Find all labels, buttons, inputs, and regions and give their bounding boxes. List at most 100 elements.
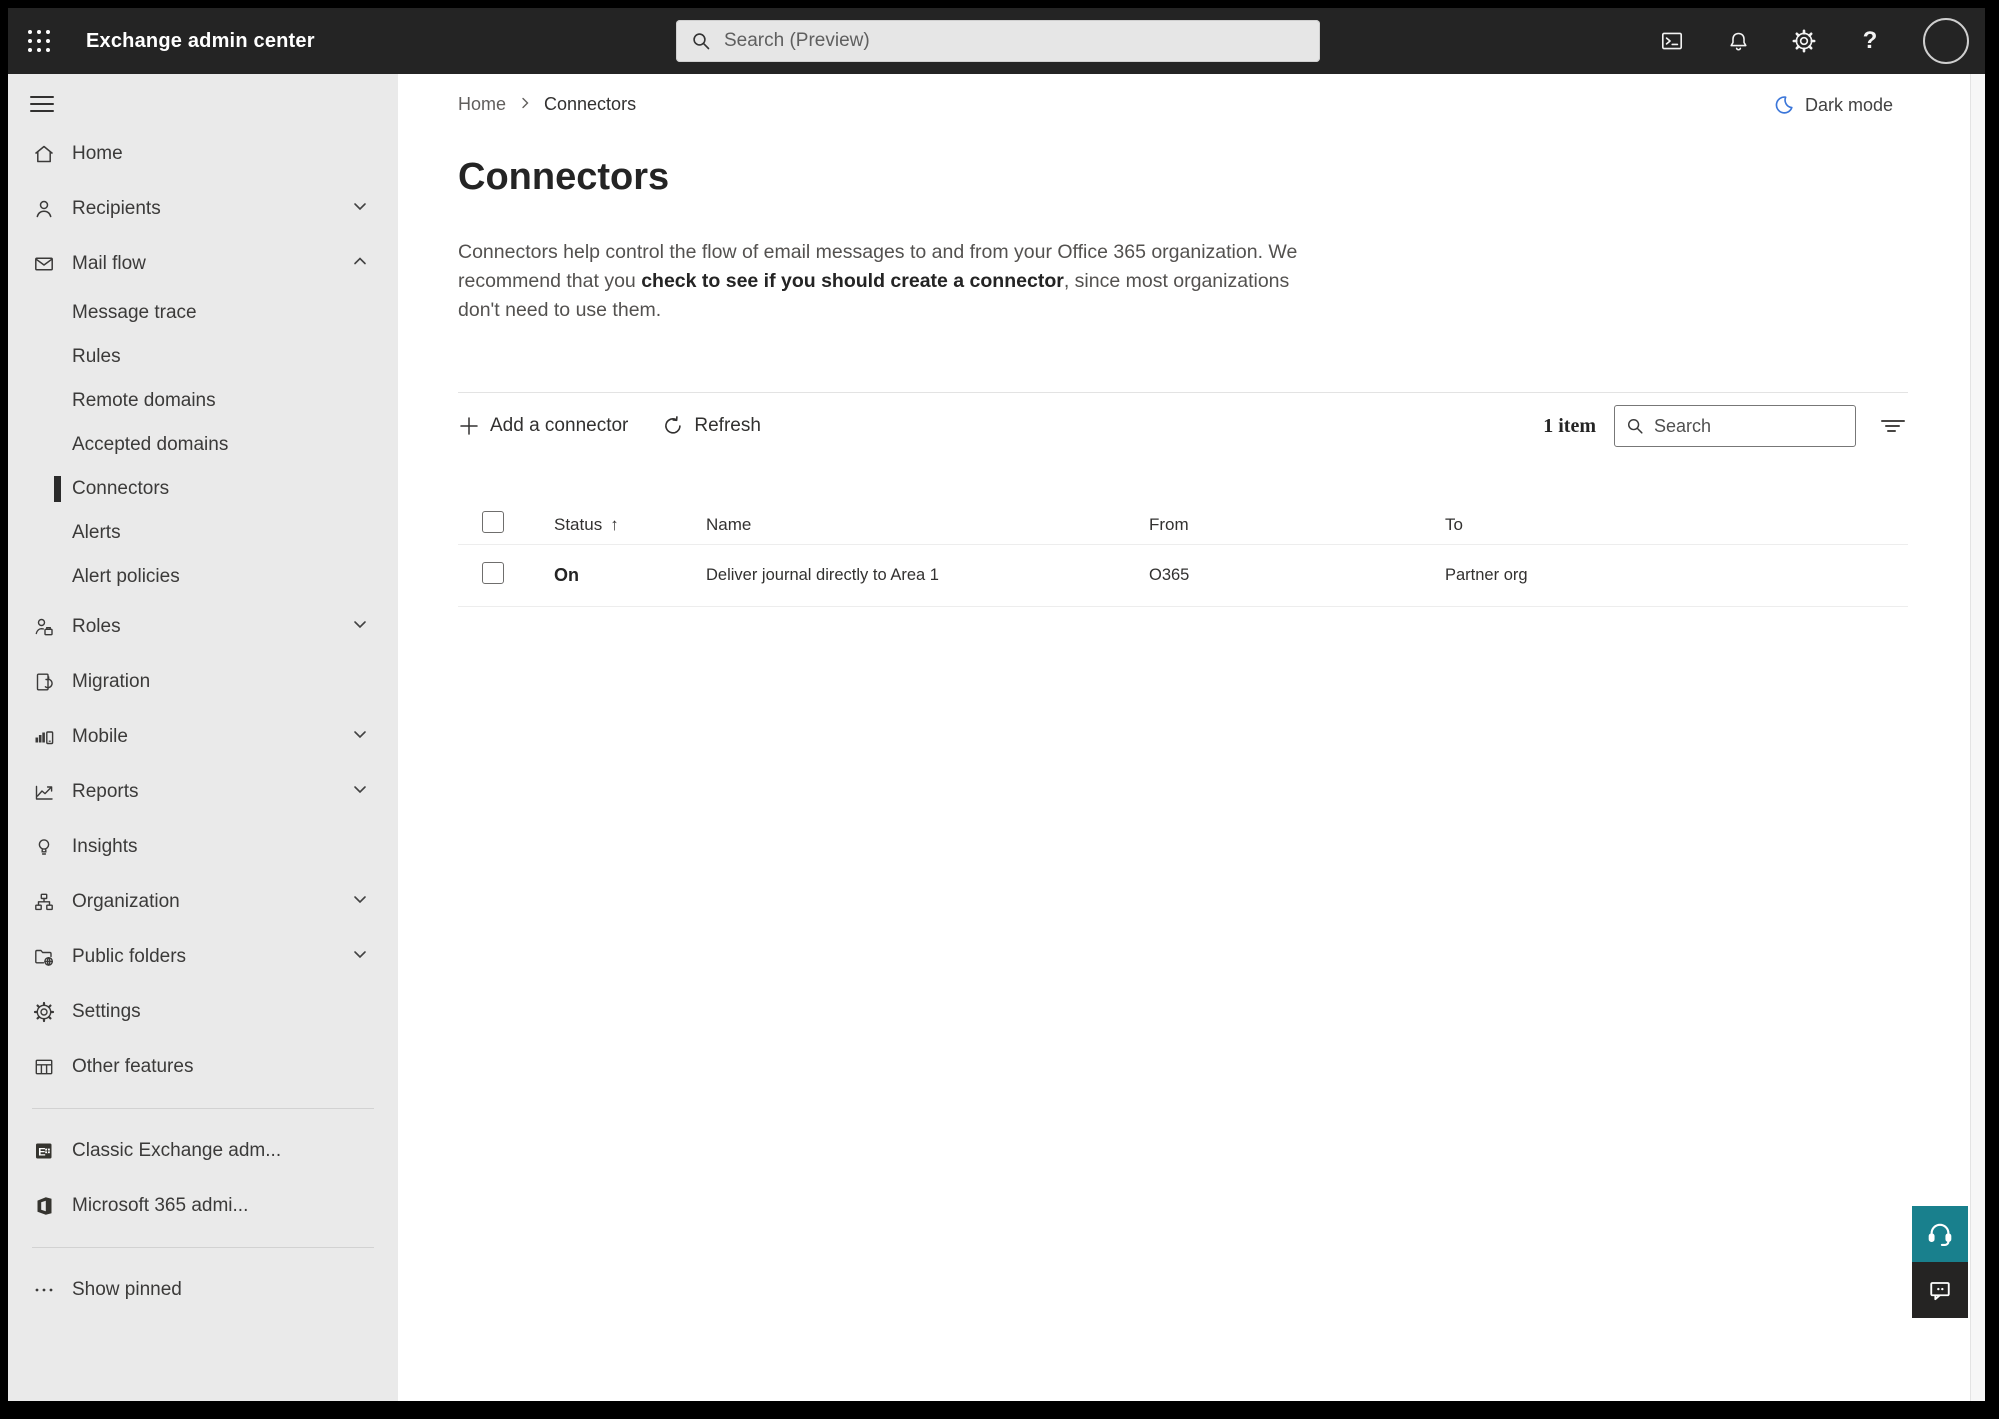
sidebar-item-roles[interactable]: Roles [8,599,398,654]
sidebar-item-label: Public folders [72,945,187,967]
lightbulb-icon [32,835,56,859]
sidebar-item-mobile[interactable]: Mobile [8,709,398,764]
sidebar-item-label: Recipients [72,197,161,219]
sidebar-item-reports[interactable]: Reports [8,764,398,819]
sidebar-item-alerts[interactable]: Alerts [8,511,398,555]
chevron-right-icon [518,94,532,115]
sidebar-item-migration[interactable]: Migration [8,654,398,709]
sidebar-item-insights[interactable]: Insights [8,819,398,874]
sidebar-item-home[interactable]: Home [8,126,398,181]
page-description: Connectors help control the flow of emai… [458,238,1298,325]
sort-ascending-icon: ↑ [610,514,619,534]
account-avatar[interactable] [1923,18,1969,64]
sidebar-item-message-trace[interactable]: Message trace [8,291,398,335]
sidebar-item-microsoft-365-admin[interactable]: Microsoft 365 admi... [8,1178,398,1233]
hamburger-menu-icon[interactable] [28,88,56,122]
sidebar-item-label: Alert policies [72,566,180,587]
search-icon [693,33,710,50]
filter-icon[interactable] [1878,411,1908,441]
connector-from: O365 [1149,566,1190,584]
sidebar-item-label: Other features [72,1055,194,1077]
feedback-bubble-icon [1930,1282,1950,1301]
feedback-button[interactable] [1912,1262,1968,1318]
global-search-box[interactable] [676,20,1320,62]
row-cell-status: On [554,565,706,586]
sidebar-item-organization[interactable]: Organization [8,874,398,929]
sidebar-item-label: Rules [72,346,121,367]
sidebar-item-label: Home [72,142,123,164]
table-row[interactable]: On Deliver journal directly to Area 1 O3… [458,545,1908,607]
dark-mode-toggle[interactable]: Dark mode [1773,94,1893,116]
breadcrumb-home-link[interactable]: Home [458,94,506,115]
support-button[interactable] [1912,1206,1968,1262]
person-icon [32,197,56,221]
top-app-bar: Exchange admin center Search (Preview) ? [8,8,1985,74]
connectors-table: Status ↑ Name From To On Deliver journal… [458,505,1908,607]
sidebar-item-public-folders[interactable]: Public folders [8,929,398,984]
add-connector-button[interactable]: Add a connector [458,415,628,437]
exchange-admin-center-window: Exchange admin center Search (Preview) ?… [8,8,1985,1401]
left-navigation-sidebar: Home Recipients Mail flow Message trace … [8,74,398,1401]
header-cell-from[interactable]: From [1149,515,1445,535]
global-search-input[interactable] [724,30,1306,52]
breadcrumb-current: Connectors [544,94,637,114]
sidebar-item-recipients[interactable]: Recipients [8,181,398,236]
column-header-name: Name [706,514,752,534]
sidebar-item-label: Mobile [72,725,128,747]
classic-exchange-logo-icon: E [32,1139,56,1163]
toolbar-divider [458,392,1908,393]
sidebar-item-accepted-domains[interactable]: Accepted domains [8,423,398,467]
chevron-down-icon [350,779,370,805]
select-row-checkbox[interactable] [482,562,504,584]
page-title: Connectors [458,156,670,198]
list-search-input[interactable] [1654,415,1845,437]
sidebar-item-label: Reports [72,780,139,802]
sidebar-item-settings[interactable]: Settings [8,984,398,1039]
folder-globe-icon [32,945,56,969]
dark-mode-label: Dark mode [1804,94,1893,115]
header-cell-status[interactable]: Status ↑ [554,515,706,535]
topbar-action-icons: ? [1659,8,1985,74]
help-icon[interactable]: ? [1857,28,1883,54]
refresh-icon [665,416,682,434]
powershell-terminal-icon[interactable] [1659,28,1685,54]
sidebar-item-label: Settings [72,1000,141,1022]
list-search-box[interactable] [1614,405,1856,447]
sidebar-divider [32,1247,374,1248]
column-header-to: To [1445,514,1463,534]
microsoft-365-logo-icon [32,1194,56,1218]
settings-gear-icon[interactable] [1791,28,1817,54]
sidebar-item-classic-exchange-admin[interactable]: E Classic Exchange adm... [8,1123,398,1178]
sidebar-item-connectors[interactable]: Connectors [8,467,398,511]
vertical-scrollbar[interactable] [1970,74,1985,1401]
sidebar-item-remote-domains[interactable]: Remote domains [8,379,398,423]
connector-name-link[interactable]: Deliver journal directly to Area 1 [706,566,939,584]
moon-icon [1775,96,1793,114]
notifications-bell-icon[interactable] [1725,28,1751,54]
page-description-emphasis: check to see if you should create a conn… [641,270,1064,292]
header-cell-name[interactable]: Name [706,515,1149,535]
sidebar-item-label: Remote domains [72,390,216,411]
table-header-row: Status ↑ Name From To [458,505,1908,545]
sidebar-item-other-features[interactable]: Other features [8,1039,398,1094]
app-title: Exchange admin center [86,29,315,52]
header-cell-to[interactable]: To [1445,515,1908,535]
sidebar-item-show-pinned[interactable]: Show pinned [8,1262,398,1317]
headset-icon [1928,1223,1952,1246]
sidebar-item-alert-policies[interactable]: Alert policies [8,555,398,599]
row-cell-to: Partner org [1445,566,1908,585]
org-chart-icon [32,890,56,914]
document-arrow-icon [32,670,56,694]
app-launcher-icon[interactable] [24,27,54,55]
svg-text:E: E [38,1146,45,1158]
header-cell-select [458,511,554,538]
item-count: 1 item [1543,414,1596,437]
sidebar-item-mail-flow[interactable]: Mail flow [8,236,398,291]
add-connector-label: Add a connector [490,415,629,436]
sidebar-item-label: Mail flow [72,252,146,274]
sidebar-item-rules[interactable]: Rules [8,335,398,379]
select-all-checkbox[interactable] [482,511,504,533]
refresh-button[interactable]: Refresh [662,415,761,437]
main-content: Home Connectors Dark mode Connectors Con… [398,74,1985,1401]
sidebar-item-label: Connectors [72,478,170,499]
